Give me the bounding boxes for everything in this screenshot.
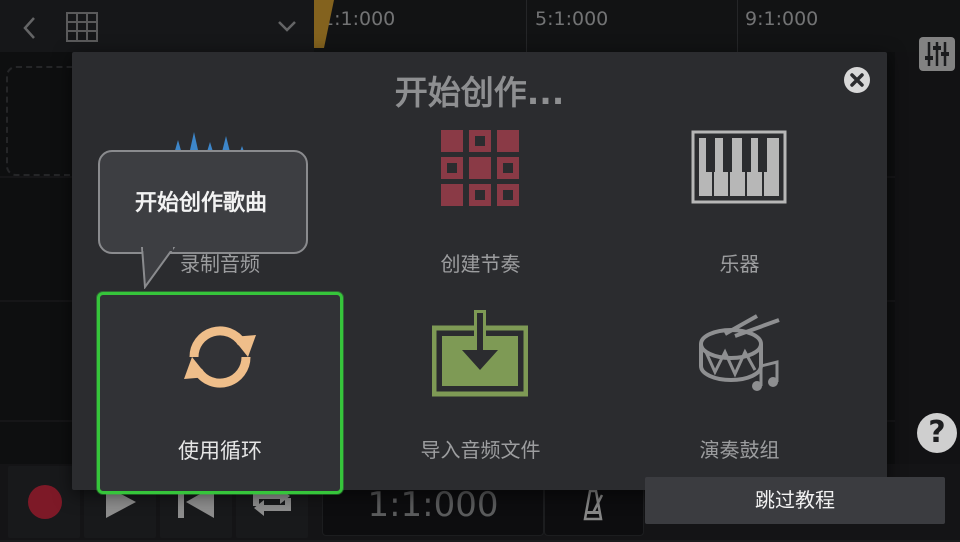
loop-arrows-icon	[184, 326, 256, 388]
dialog-title: 开始创作...	[394, 73, 565, 112]
option-play-drum-kit[interactable]: 演奏鼓组	[617, 300, 862, 475]
import-file-icon	[432, 310, 528, 397]
option-instruments[interactable]: 乐器	[617, 118, 862, 288]
tooltip-text: 开始创作歌曲	[134, 191, 267, 216]
close-icon	[850, 73, 864, 87]
option-label: 导入音频文件	[420, 438, 541, 462]
tooltip-pointer	[140, 247, 176, 289]
option-import-audio-file[interactable]: 导入音频文件	[358, 300, 603, 475]
option-label: 演奏鼓组	[699, 438, 780, 462]
piano-keys-icon	[691, 130, 787, 204]
skip-tutorial-button[interactable]: 跳过教程	[645, 477, 945, 524]
option-label: 乐器	[719, 252, 760, 276]
help-button[interactable]: ?	[917, 413, 957, 453]
option-use-loops[interactable]: 使用循环	[97, 292, 343, 494]
option-create-beat[interactable]: 创建节奏	[358, 118, 603, 288]
drum-pad-grid-icon	[441, 130, 519, 206]
option-label: 创建节奏	[440, 252, 521, 276]
close-button[interactable]	[844, 67, 870, 93]
option-label: 使用循环	[178, 439, 262, 463]
drum-kit-icon	[699, 314, 780, 391]
